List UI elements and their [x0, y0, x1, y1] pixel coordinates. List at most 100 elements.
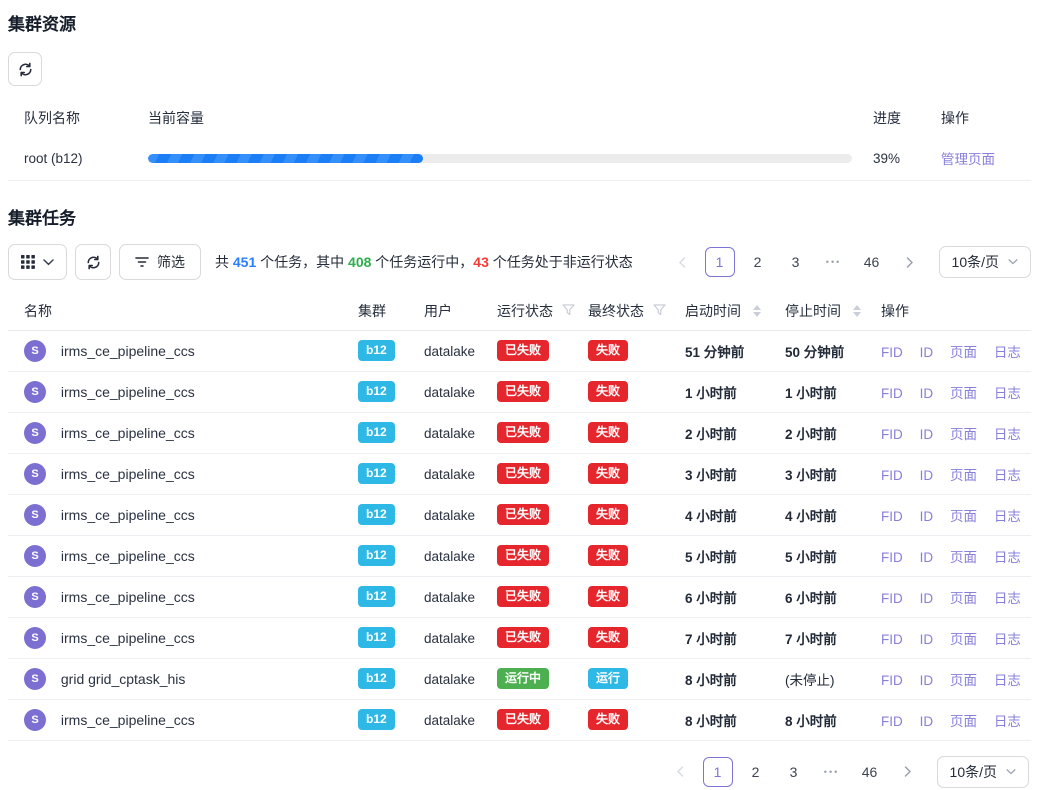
user-name: datalake — [424, 508, 475, 523]
fid-link[interactable]: FID — [881, 591, 903, 606]
page-link[interactable]: 页面 — [950, 632, 977, 647]
next-page-button[interactable] — [893, 757, 923, 787]
page-link[interactable]: 页面 — [950, 468, 977, 483]
id-link[interactable]: ID — [920, 427, 934, 442]
page-button-2[interactable]: 2 — [741, 757, 771, 787]
log-link[interactable]: 日志 — [994, 427, 1021, 442]
final-status-badge: 失败 — [588, 627, 628, 648]
chevron-down-icon — [1006, 769, 1016, 775]
prev-page-button[interactable] — [665, 757, 695, 787]
id-link[interactable]: ID — [920, 386, 934, 401]
sync-icon — [18, 62, 33, 77]
fid-link[interactable]: FID — [881, 509, 903, 524]
log-link[interactable]: 日志 — [994, 673, 1021, 688]
page-button-last[interactable]: 46 — [857, 247, 887, 277]
start-time-sorter-icon[interactable] — [753, 305, 761, 317]
run-status-badge: 已失败 — [497, 586, 549, 607]
page-link[interactable]: 页面 — [950, 714, 977, 729]
fid-link[interactable]: FID — [881, 427, 903, 442]
log-link[interactable]: 日志 — [994, 345, 1021, 360]
run-status-badge: 已失败 — [497, 340, 549, 361]
log-link[interactable]: 日志 — [994, 591, 1021, 606]
page-ellipsis[interactable]: ••• — [819, 247, 849, 277]
page-link[interactable]: 页面 — [950, 509, 977, 524]
page-link[interactable]: 页面 — [950, 386, 977, 401]
stop-time: 5 小时前 — [785, 550, 837, 565]
id-link[interactable]: ID — [920, 714, 934, 729]
prev-page-button[interactable] — [667, 247, 697, 277]
final-status-badge: 失败 — [588, 586, 628, 607]
table-row: S irms_ce_pipeline_ccs b12 datalake 已失败 … — [8, 371, 1031, 412]
table-row: S irms_ce_pipeline_ccs b12 datalake 已失败 … — [8, 535, 1031, 576]
fid-link[interactable]: FID — [881, 386, 903, 401]
manage-page-link[interactable]: 管理页面 — [941, 152, 995, 167]
header-user: 用户 — [424, 293, 497, 330]
log-link[interactable]: 日志 — [994, 386, 1021, 401]
page-link[interactable]: 页面 — [950, 427, 977, 442]
id-link[interactable]: ID — [920, 591, 934, 606]
page-button-2[interactable]: 2 — [743, 247, 773, 277]
page-size-select[interactable]: 10条/页 — [939, 246, 1031, 278]
page-link[interactable]: 页面 — [950, 345, 977, 360]
page-button-3[interactable]: 3 — [779, 757, 809, 787]
fid-link[interactable]: FID — [881, 714, 903, 729]
start-time: 5 小时前 — [685, 550, 737, 565]
filter-button[interactable]: 筛选 — [119, 244, 201, 280]
log-link[interactable]: 日志 — [994, 468, 1021, 483]
header-run-status: 运行状态 — [497, 301, 553, 321]
id-link[interactable]: ID — [920, 673, 934, 688]
id-link[interactable]: ID — [920, 468, 934, 483]
page-button-3[interactable]: 3 — [781, 247, 811, 277]
user-name: datalake — [424, 549, 475, 564]
task-name: grid grid_cptask_his — [61, 671, 186, 687]
fid-link[interactable]: FID — [881, 632, 903, 647]
spark-avatar: S — [24, 340, 46, 362]
log-link[interactable]: 日志 — [994, 509, 1021, 524]
fid-link[interactable]: FID — [881, 345, 903, 360]
page-size-select[interactable]: 10条/页 — [937, 756, 1029, 788]
fid-link[interactable]: FID — [881, 550, 903, 565]
stop-time-sorter-icon[interactable] — [853, 305, 861, 317]
page-link[interactable]: 页面 — [950, 591, 977, 606]
queue-name: root (b12) — [8, 151, 148, 166]
final-status-filter-icon[interactable] — [653, 303, 666, 319]
start-time: 1 小时前 — [685, 386, 737, 401]
header-final-status: 最终状态 — [588, 301, 644, 321]
summary-text: 个任务处于非运行状态 — [489, 254, 633, 270]
layout-switch-button[interactable] — [8, 244, 67, 280]
id-link[interactable]: ID — [920, 632, 934, 647]
resources-refresh-button[interactable] — [8, 52, 42, 86]
resources-header-row: 队列名称 当前容量 进度 操作 — [8, 100, 1031, 136]
run-status-filter-icon[interactable] — [562, 303, 575, 319]
log-link[interactable]: 日志 — [994, 550, 1021, 565]
id-link[interactable]: ID — [920, 345, 934, 360]
stop-time: 7 小时前 — [785, 632, 837, 647]
id-link[interactable]: ID — [920, 550, 934, 565]
page-button-1[interactable]: 1 — [703, 757, 733, 787]
tasks-refresh-button[interactable] — [75, 244, 111, 280]
page-button-1[interactable]: 1 — [705, 247, 735, 277]
fid-link[interactable]: FID — [881, 468, 903, 483]
id-link[interactable]: ID — [920, 509, 934, 524]
table-row: S irms_ce_pipeline_ccs b12 datalake 已失败 … — [8, 699, 1031, 740]
final-status-badge: 失败 — [588, 504, 628, 525]
user-name: datalake — [424, 467, 475, 482]
page-button-last[interactable]: 46 — [855, 757, 885, 787]
start-time: 7 小时前 — [685, 632, 737, 647]
spark-avatar: S — [24, 422, 46, 444]
next-page-button[interactable] — [895, 247, 925, 277]
grid-icon — [21, 255, 35, 269]
capacity-progress-bar — [148, 154, 873, 163]
cluster-badge: b12 — [358, 709, 395, 730]
table-row: S irms_ce_pipeline_ccs b12 datalake 已失败 … — [8, 617, 1031, 658]
summary-text: 个任务，其中 — [256, 254, 348, 270]
log-link[interactable]: 日志 — [994, 632, 1021, 647]
stop-time: 1 小时前 — [785, 386, 837, 401]
start-time: 51 分钟前 — [685, 345, 744, 360]
cluster-badge: b12 — [358, 381, 395, 402]
page-link[interactable]: 页面 — [950, 550, 977, 565]
fid-link[interactable]: FID — [881, 673, 903, 688]
page-link[interactable]: 页面 — [950, 673, 977, 688]
log-link[interactable]: 日志 — [994, 714, 1021, 729]
page-ellipsis[interactable]: ••• — [817, 757, 847, 787]
